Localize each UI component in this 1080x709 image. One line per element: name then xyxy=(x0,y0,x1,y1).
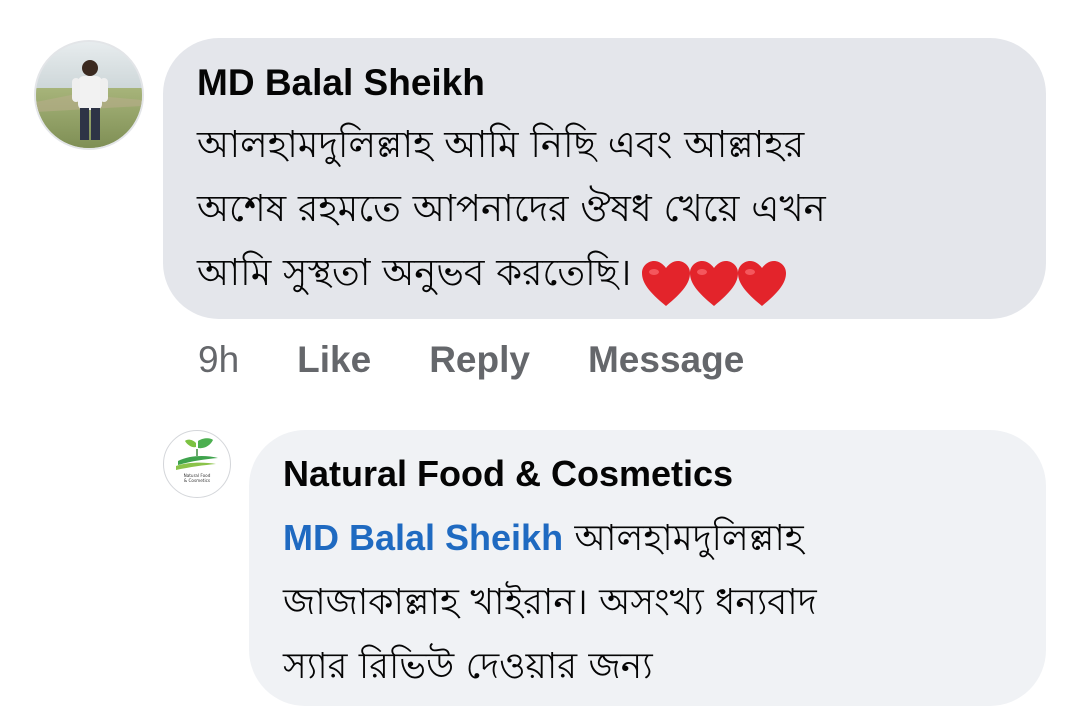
reply-text: MD Balal Sheikh আলহামদুলিল্লাহ জাজাকাল্ল… xyxy=(283,506,817,699)
svg-text:& Cosmetics: & Cosmetics xyxy=(184,478,210,483)
timestamp[interactable]: 9h xyxy=(198,339,239,381)
heart-icon xyxy=(690,260,739,306)
reply-author[interactable]: Natural Food & Cosmetics xyxy=(283,453,733,495)
comment-line: আমি সুস্থতা অনুভব করতেছি। xyxy=(197,241,826,314)
like-button[interactable]: Like xyxy=(297,339,371,381)
comment-thread: MD Balal Sheikh আলহামদুলিল্লাহ আমি নিছি … xyxy=(0,0,1080,709)
reply-line: MD Balal Sheikh আলহামদুলিল্লাহ xyxy=(283,506,817,571)
leaf-logo-icon: Natural Food & Cosmetics xyxy=(176,438,218,483)
comment-actions: 9h Like Reply Message xyxy=(198,334,744,386)
profile-photo xyxy=(36,42,142,148)
heart-icon xyxy=(642,260,691,306)
comment-text: আলহামদুলিল্লাহ আমি নিছি এবং আল্লাহর অশেষ… xyxy=(197,113,826,314)
avatar[interactable] xyxy=(34,40,144,150)
page-avatar[interactable]: Natural Food & Cosmetics xyxy=(163,430,231,498)
comment-line-text: আমি সুস্থতা অনুভব করতেছি। xyxy=(197,251,632,294)
message-button[interactable]: Message xyxy=(588,339,744,381)
mention-link[interactable]: MD Balal Sheikh xyxy=(283,517,563,558)
emoji-group xyxy=(639,250,787,314)
reply-button[interactable]: Reply xyxy=(429,339,530,381)
reply-line: জাজাকাল্লাহ খাইরান। অসংখ্য ধন্যবাদ xyxy=(283,582,817,623)
reply-line: স্যার রিভিউ দেওয়ার জন্য xyxy=(283,646,653,687)
heart-icon xyxy=(738,260,787,306)
comment-author[interactable]: MD Balal Sheikh xyxy=(197,62,485,104)
comment-line: অশেষ রহমতে আপনাদের ঔষধ খেয়ে এখন xyxy=(197,187,826,230)
comment-line: আলহামদুলিল্লাহ আমি নিছি এবং আল্লাহর xyxy=(197,123,805,166)
reply-line-text: আলহামদুলিল্লাহ xyxy=(574,518,804,559)
